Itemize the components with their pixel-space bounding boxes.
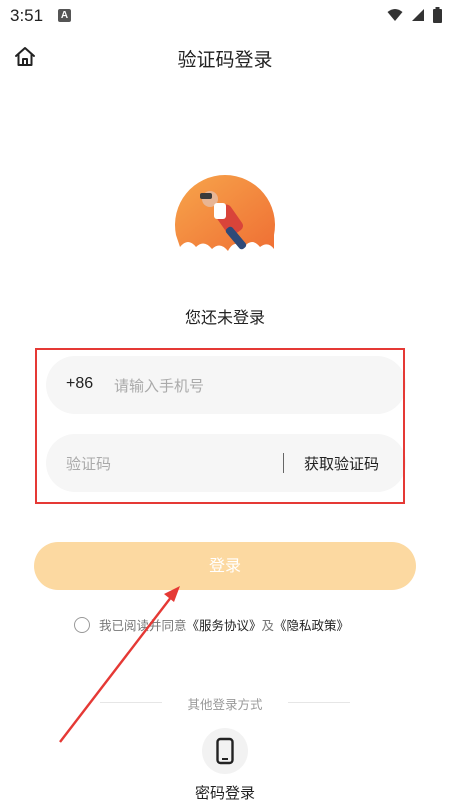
status-bar: 3:51 A — [0, 0, 450, 32]
privacy-link[interactable]: 《隐私政策》 — [274, 615, 349, 634]
header: 验证码登录 — [0, 32, 450, 82]
battery-icon — [433, 7, 442, 23]
agreement-row: 我已阅读并同意 《服务协议》 及 《隐私政策》 — [74, 615, 349, 634]
other-methods-divider: 其他登录方式 — [100, 694, 350, 712]
signal-icon — [412, 9, 424, 21]
divider-line-right — [288, 702, 350, 703]
login-status-text: 您还未登录 — [184, 308, 265, 327]
status-icons — [387, 7, 442, 23]
phone-icon — [216, 737, 234, 765]
terms-link[interactable]: 《服务协议》 — [187, 615, 262, 634]
status-time: 3:51 — [10, 6, 44, 25]
notification-a-icon: A — [58, 9, 71, 22]
agreement-prefix: 我已阅读并同意 — [99, 618, 187, 633]
annotation-highlight-box — [35, 348, 405, 504]
agree-radio[interactable] — [74, 616, 90, 633]
main-content: 您还未登录 +86 请输入手机号 验证码 获取验证码 登录 我已阅读并同意 《服… — [0, 82, 450, 802]
password-login-button[interactable] — [202, 728, 248, 774]
wifi-icon — [387, 9, 403, 21]
login-button[interactable]: 登录 — [34, 542, 416, 590]
other-methods-label: 其他登录方式 — [187, 697, 263, 712]
agreement-and: 及 — [261, 618, 275, 633]
page-title: 验证码登录 — [177, 49, 273, 71]
rocket-person-illustration — [170, 175, 280, 273]
